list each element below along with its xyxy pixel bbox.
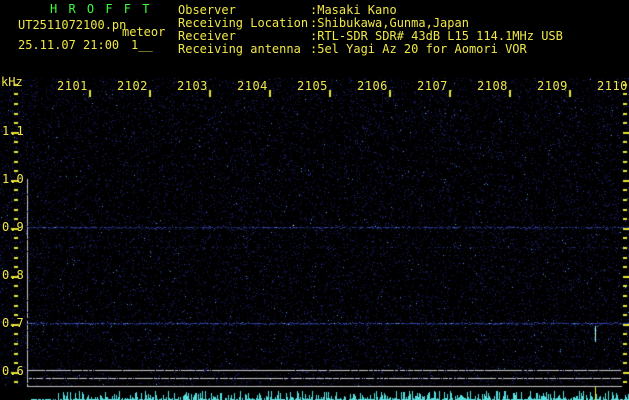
freq-label-0.8: 0.8 xyxy=(2,268,24,282)
time-label-2103: 2103 xyxy=(177,79,208,93)
time-label-2104: 2104 xyxy=(237,79,268,93)
hrofft-screen: H R O F F T UT2511072100.pn meteor 25.11… xyxy=(0,0,629,400)
time-label-2107: 2107 xyxy=(417,79,448,93)
freq-label-0.9: 0.9 xyxy=(2,220,24,234)
output-filename: UT2511072100.pn xyxy=(18,18,127,32)
freq-label-0.7: 0.7 xyxy=(2,316,24,330)
datetime-label: 25.11.07 21:00 xyxy=(18,38,120,52)
time-label-2110: 2110 xyxy=(597,79,628,93)
field-value-antenna: :5el Yagi Az 20 for Aomori VOR xyxy=(310,42,527,56)
time-label-2102: 2102 xyxy=(117,79,148,93)
time-label-2109: 2109 xyxy=(537,79,568,93)
count-indicator: 1__ xyxy=(131,38,153,52)
time-label-2101: 2101 xyxy=(57,79,88,93)
app-title: H R O F F T xyxy=(50,2,152,16)
freq-label-1.0: 1.0 xyxy=(2,172,24,186)
time-label-2108: 2108 xyxy=(477,79,508,93)
freq-label-1.1: 1.1 xyxy=(2,124,24,138)
freq-axis-unit: kHz xyxy=(1,75,23,89)
freq-label-0.6: 0.6 xyxy=(2,364,24,378)
time-label-2106: 2106 xyxy=(357,79,388,93)
field-label-antenna: Receiving antenna xyxy=(178,42,301,56)
time-label-2105: 2105 xyxy=(297,79,328,93)
spectrogram-canvas xyxy=(0,0,629,400)
